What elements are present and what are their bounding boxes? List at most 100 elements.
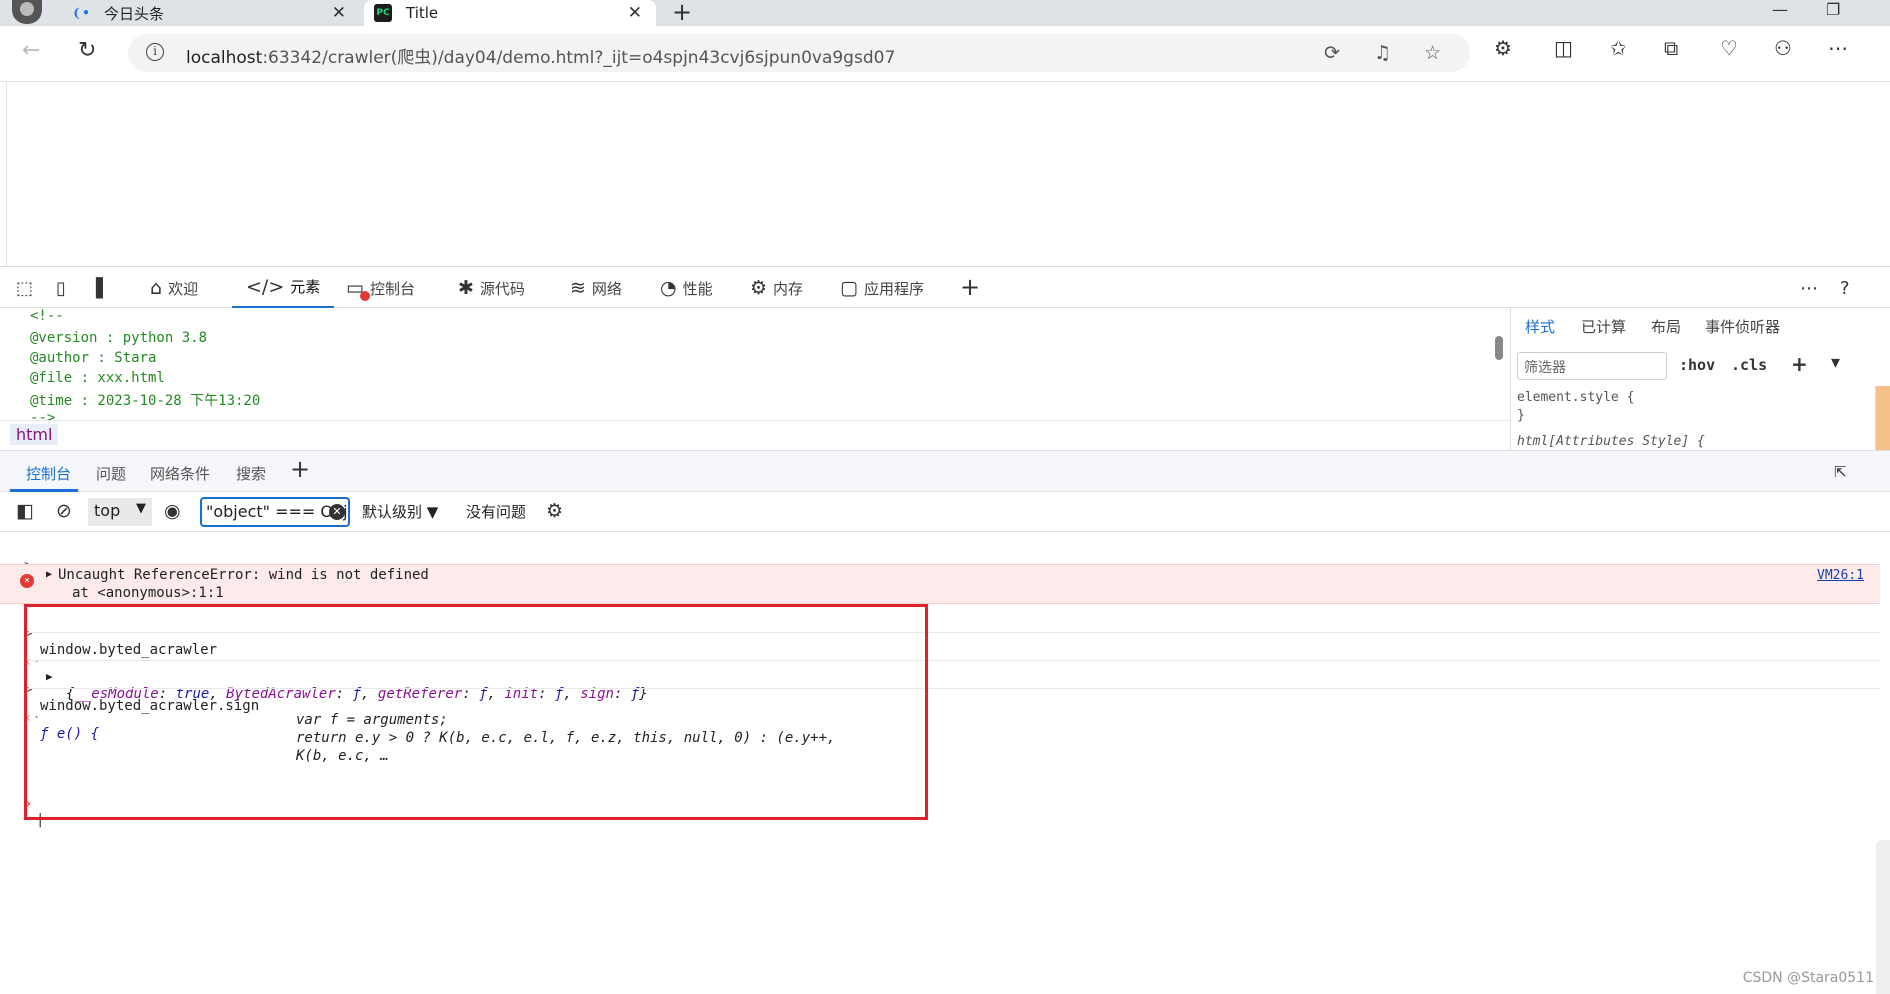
class-toggle-button[interactable]: .cls bbox=[1731, 356, 1767, 374]
read-aloud-icon[interactable]: ♫ bbox=[1374, 42, 1391, 64]
devtools-tab-bar: ⬚ ▯ ▌ ⌂ 欢迎 </> 元素 ▭ 控制台 ✱ 源代码 ≋ 网络 ◔ 性能 ⚙ 内存 ▢ 应… bbox=[0, 266, 1890, 309]
devtools-more-icon[interactable]: ⋯ bbox=[1800, 278, 1818, 299]
tab-title: Title bbox=[406, 4, 439, 22]
dom-comment-line: @file : xxx.html bbox=[30, 370, 165, 386]
dom-comment-line: @author : Stara bbox=[30, 350, 157, 366]
expand-triangle-icon[interactable]: ▶ bbox=[46, 569, 52, 580]
context-selector[interactable]: top ▼ bbox=[88, 498, 152, 526]
help-icon[interactable]: ? bbox=[1840, 278, 1850, 299]
dom-comment-line: --> bbox=[30, 410, 56, 420]
breadcrumb: html bbox=[0, 420, 1510, 450]
attributes-style-rule[interactable]: html[Attributes Style] { bbox=[1517, 434, 1705, 449]
pycharm-icon: PC bbox=[374, 4, 392, 22]
url-text[interactable]: localhost:63342/crawler(爬虫)/day04/demo.h… bbox=[186, 43, 895, 68]
devtools-tab-performance[interactable]: ◔ 性能 bbox=[660, 267, 713, 309]
browser-essentials-icon[interactable]: ♡ bbox=[1720, 36, 1738, 60]
favorites-icon[interactable]: ✩ bbox=[1610, 36, 1627, 60]
bug-icon: ✱ bbox=[458, 277, 474, 299]
drawer-tab-console[interactable]: 控制台 bbox=[26, 463, 71, 484]
restore-icon[interactable]: ❐ bbox=[1826, 0, 1840, 19]
devtools-tab-application[interactable]: ▢ 应用程序 bbox=[840, 267, 924, 309]
elements-dom-tree[interactable]: <!-- @version : python 3.8 @author : Sta… bbox=[0, 308, 1510, 420]
reload-button[interactable]: ↻ bbox=[78, 38, 96, 63]
log-level-dropdown[interactable]: 默认级别 ▼ bbox=[362, 501, 438, 522]
styles-tab-event-listeners[interactable]: 事件侦听器 bbox=[1705, 316, 1780, 337]
extensions-icon[interactable]: ⚙ bbox=[1494, 36, 1512, 60]
devtools-tab-elements[interactable]: </> 元素 bbox=[232, 267, 335, 309]
element-style-rule[interactable]: element.style { bbox=[1517, 390, 1634, 405]
home-icon: ⌂ bbox=[150, 277, 163, 299]
dom-comment-line: <!-- bbox=[30, 308, 64, 324]
live-expression-eye-icon[interactable]: ◉ bbox=[164, 500, 181, 522]
styles-filter-input[interactable]: 筛选器 bbox=[1517, 352, 1667, 380]
browser-tab-title[interactable]: PC Title ✕ bbox=[364, 0, 656, 26]
close-tab-icon[interactable]: ✕ bbox=[332, 3, 346, 23]
watermark: CSDN @Stara0511 bbox=[1742, 970, 1874, 986]
minimize-icon[interactable]: — bbox=[1772, 0, 1788, 19]
dom-comment-line: @time : 2023-10-28 下午13:20 bbox=[30, 393, 261, 409]
browser-tab-toutiao[interactable]: ❨• 今日头条 ✕ bbox=[62, 0, 360, 26]
console-input-row: > wind bbox=[0, 542, 1880, 590]
undock-drawer-icon[interactable]: ⇱ bbox=[1834, 463, 1847, 481]
split-screen-icon[interactable]: ◫ bbox=[1554, 36, 1573, 60]
code-icon: </> bbox=[246, 275, 285, 298]
devtools-tab-network[interactable]: ≋ 网络 bbox=[570, 267, 622, 309]
error-icon: ✕ bbox=[20, 574, 34, 588]
devtools-tab-memory[interactable]: ⚙ 内存 bbox=[750, 267, 803, 309]
devtools-tab-sources[interactable]: ✱ 源代码 bbox=[458, 267, 525, 309]
styles-tab-computed[interactable]: 已计算 bbox=[1581, 316, 1626, 337]
site-info-icon[interactable]: i bbox=[146, 43, 164, 61]
styles-pane: 样式 已计算 布局 事件侦听器 筛选器 :hov .cls + ▾ elemen… bbox=[1510, 308, 1890, 450]
dropdown-arrow-icon: ▼ bbox=[136, 501, 146, 516]
drawer-tab-network-conditions[interactable]: 网络条件 bbox=[150, 463, 210, 484]
close-tab-icon[interactable]: ✕ bbox=[628, 3, 642, 23]
translate-icon[interactable]: ⟳ bbox=[1324, 42, 1340, 64]
toutiao-icon: ❨• bbox=[72, 6, 90, 20]
console-filter-input[interactable]: "object" === Obj ✕ bbox=[200, 497, 350, 527]
console-error-row[interactable]: ✕ ▶ Uncaught ReferenceError: wind is not… bbox=[0, 564, 1880, 604]
issues-counter[interactable]: 没有问题 bbox=[466, 501, 526, 522]
profile-sync-icon[interactable]: ⚇ bbox=[1774, 36, 1792, 60]
wifi-icon: ≋ bbox=[570, 277, 586, 299]
elements-scrollbar[interactable] bbox=[1493, 316, 1505, 408]
profile-avatar[interactable] bbox=[12, 0, 42, 24]
add-tool-icon[interactable]: + bbox=[960, 273, 980, 301]
page-viewport[interactable] bbox=[6, 82, 1890, 266]
clear-console-icon[interactable]: ⊘ bbox=[56, 500, 72, 522]
sidebar-toggle-icon[interactable]: ◧ bbox=[16, 500, 34, 522]
console-toolbar: ◧ ⊘ top ▼ ◉ "object" === Obj ✕ 默认级别 ▼ 没有问… bbox=[0, 492, 1890, 532]
memory-icon: ⚙ bbox=[750, 277, 768, 299]
drawer-tab-search[interactable]: 搜索 bbox=[236, 463, 266, 484]
new-tab-button[interactable]: + bbox=[672, 0, 692, 26]
clear-filter-icon[interactable]: ✕ bbox=[329, 504, 345, 520]
favorite-star-icon[interactable]: ☆ bbox=[1424, 42, 1441, 64]
drawer-tab-issues[interactable]: 问题 bbox=[96, 463, 126, 484]
red-highlight-box bbox=[24, 604, 928, 820]
error-source-link[interactable]: VM26:1 bbox=[1817, 568, 1864, 583]
more-menu-icon[interactable]: ⋯ bbox=[1828, 36, 1848, 60]
back-button[interactable]: ← bbox=[22, 38, 40, 63]
dock-sidebar-icon[interactable]: ▌ bbox=[96, 278, 110, 299]
inspect-element-icon[interactable]: ⬚ bbox=[16, 278, 33, 299]
console-settings-gear-icon[interactable]: ⚙ bbox=[546, 500, 563, 522]
add-drawer-tab-icon[interactable]: + bbox=[290, 455, 310, 483]
drawer-tab-bar: 控制台 问题 网络条件 搜索 + ⇱ bbox=[0, 450, 1890, 492]
devtools-tab-welcome[interactable]: ⌂ 欢迎 bbox=[150, 267, 198, 309]
styles-tab-styles[interactable]: 样式 bbox=[1525, 316, 1555, 337]
tab-title: 今日头条 bbox=[104, 4, 165, 23]
collections-icon[interactable]: ⧉ bbox=[1664, 36, 1678, 60]
address-bar[interactable]: i localhost:63342/crawler(爬虫)/day04/demo… bbox=[128, 34, 1470, 72]
error-badge bbox=[360, 291, 370, 301]
devtools-tab-console[interactable]: ▭ 控制台 bbox=[346, 267, 415, 309]
hover-state-button[interactable]: :hov bbox=[1679, 356, 1715, 374]
styles-tab-layout[interactable]: 布局 bbox=[1651, 316, 1681, 337]
new-rule-icon[interactable]: + bbox=[1791, 352, 1808, 376]
gauge-icon: ◔ bbox=[660, 277, 677, 299]
box-model-strip bbox=[1875, 386, 1890, 450]
paint-icon[interactable]: ▾ bbox=[1831, 352, 1840, 373]
device-emulation-icon[interactable]: ▯ bbox=[56, 278, 66, 299]
breadcrumb-html[interactable]: html bbox=[10, 424, 59, 445]
scrollbar-edge[interactable] bbox=[1876, 840, 1890, 994]
browser-title-bar: ❨• 今日头条 ✕ PC Title ✕ + — ❐ bbox=[0, 0, 1890, 26]
app-icon: ▢ bbox=[840, 277, 858, 299]
